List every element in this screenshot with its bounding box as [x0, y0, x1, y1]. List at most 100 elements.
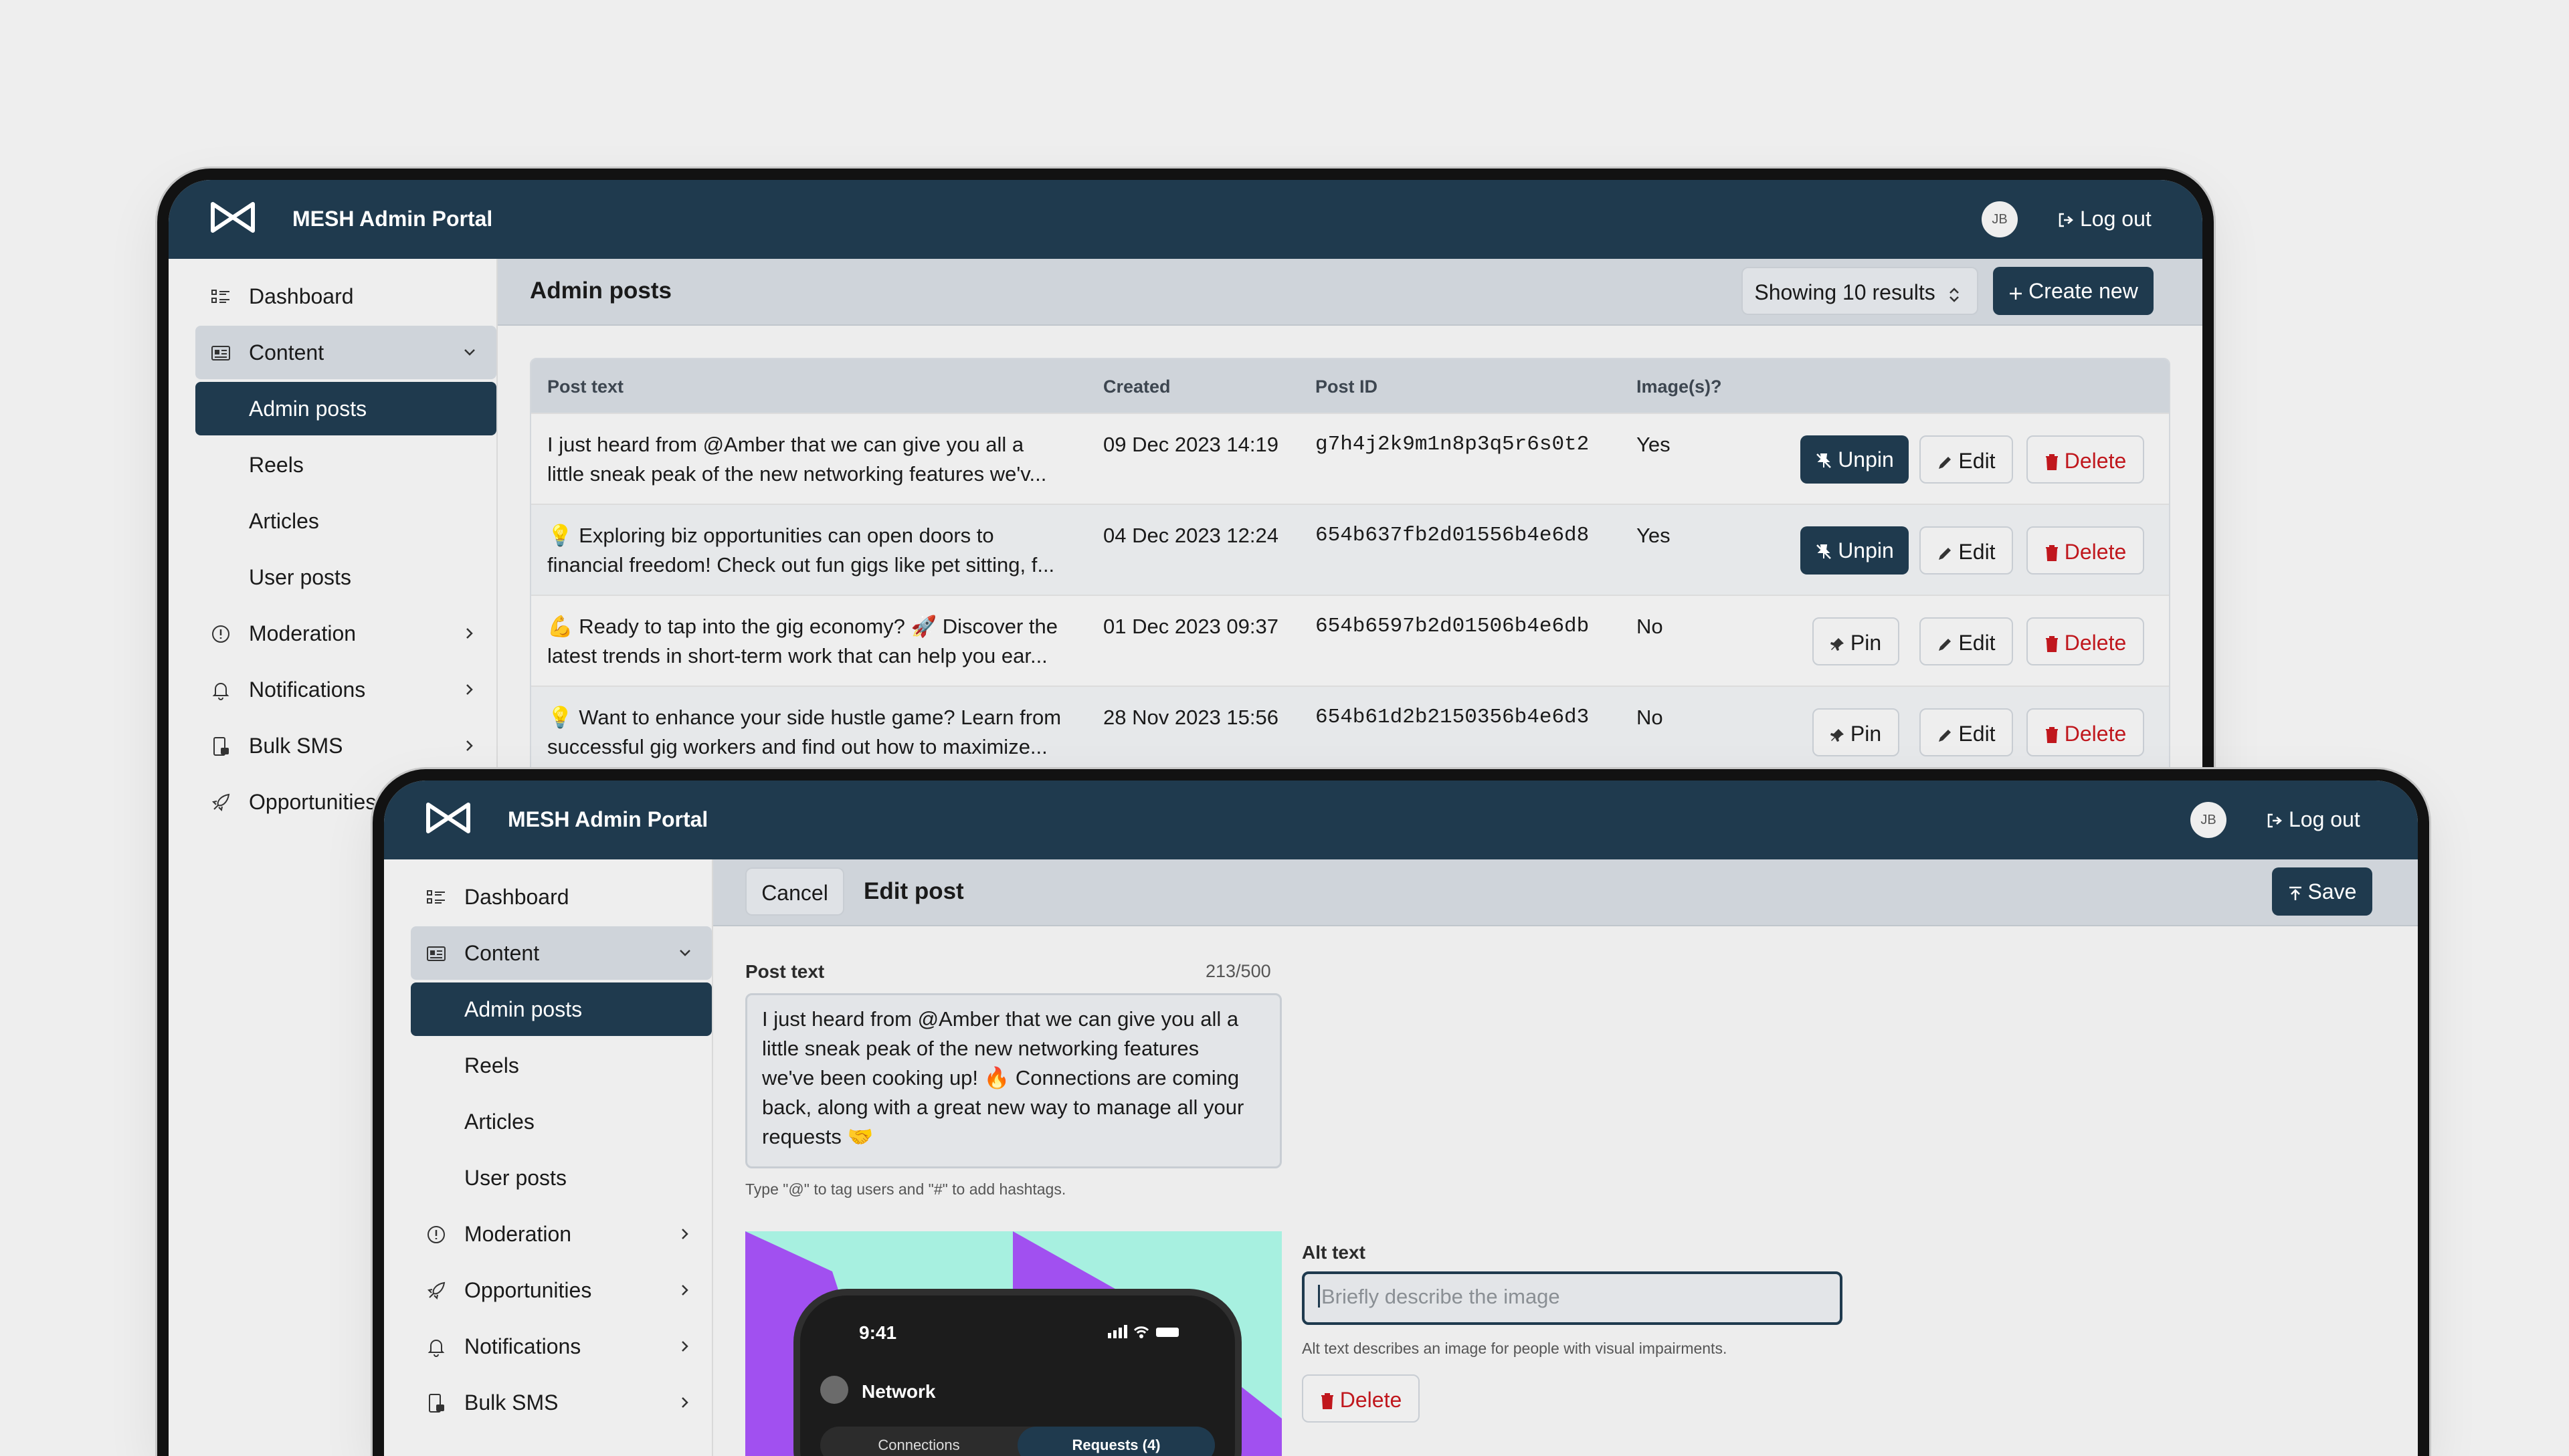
sidebar-item-user-posts[interactable]: User posts — [411, 1151, 712, 1205]
sidebar-item-notifications[interactable]: Notifications — [411, 1320, 712, 1373]
edit-button[interactable]: Edit — [1919, 708, 2013, 756]
phone-tabs: Connections Requests (4) — [820, 1427, 1215, 1456]
results-select[interactable]: Showing 10 results — [1741, 267, 1978, 315]
logout-link[interactable]: Log out — [2266, 807, 2360, 832]
table-row[interactable]: 💡 Want to enhance your side hustle game?… — [531, 686, 2169, 778]
plus-icon — [2010, 288, 2022, 300]
sidebar-item-reels[interactable]: Reels — [195, 438, 496, 492]
sidebar-item-notifications[interactable]: Notifications — [195, 663, 496, 716]
chevron-right-icon — [682, 1397, 688, 1408]
save-button[interactable]: Save — [2272, 867, 2372, 916]
pin-off-icon — [1816, 544, 1832, 559]
sidebar-item-moderation[interactable]: Moderation — [195, 607, 496, 660]
sidebar-item-label: Reels — [464, 1053, 519, 1077]
table-row[interactable]: I just heard from @Amber that we can giv… — [531, 413, 2169, 505]
page-toolbar: Cancel Edit post Save — [713, 859, 2418, 926]
edit-label: Edit — [1958, 722, 1996, 746]
app-title: MESH Admin Portal — [508, 807, 708, 831]
pencil-icon — [1939, 639, 1952, 651]
logout-icon — [2059, 213, 2073, 227]
upload-icon — [2289, 886, 2301, 900]
content-icon — [211, 346, 230, 360]
delete-image-button[interactable]: Delete — [1302, 1374, 1420, 1423]
mesh-logo-icon — [426, 803, 470, 833]
sidebar-item-bulk-sms[interactable]: Bulk SMS — [411, 1376, 712, 1429]
alt-text-label: Alt text — [1302, 1242, 1365, 1263]
logout-link[interactable]: Log out — [2057, 207, 2152, 231]
delete-button[interactable]: Delete — [2026, 708, 2144, 756]
avatar[interactable]: JB — [2190, 802, 2226, 838]
table-row[interactable]: 💡 Exploring biz opportunities can open d… — [531, 504, 2169, 596]
delete-button[interactable]: Delete — [2026, 435, 2144, 484]
sidebar-item-label: Dashboard — [464, 885, 569, 909]
sidebar-item-content[interactable]: Content — [411, 926, 712, 980]
delete-button[interactable]: Delete — [2026, 526, 2144, 575]
post-text-line: latest trends in short-term work that ca… — [547, 644, 1048, 667]
text-cursor — [1318, 1285, 1320, 1308]
images-cell: No — [1636, 706, 1663, 729]
sidebar-item-dashboard[interactable]: Dashboard — [411, 870, 712, 924]
delete-label: Delete — [2064, 540, 2127, 564]
sidebar-item-bulk-sms[interactable]: Bulk SMS — [195, 719, 496, 772]
rocket-icon — [427, 1281, 446, 1300]
pin-button[interactable]: Pin — [1812, 617, 1899, 665]
sidebar-item-content[interactable]: Content — [195, 326, 496, 379]
edit-button[interactable]: Edit — [1919, 526, 2013, 575]
unpin-button[interactable]: Unpin — [1800, 526, 1909, 575]
sidebar-item-opportunities[interactable]: Opportunities — [411, 1263, 712, 1317]
trash-icon — [2045, 545, 2058, 561]
bell-icon — [427, 1340, 445, 1357]
select-arrows-icon — [1949, 288, 1959, 302]
chevron-right-icon — [466, 628, 473, 639]
sidebar-item-articles[interactable]: Articles — [195, 494, 496, 548]
create-new-button[interactable]: Create new — [1993, 267, 2154, 315]
post-id-cell: 654b6597b2d01506b4e6db — [1315, 615, 1590, 638]
edit-button[interactable]: Edit — [1919, 435, 2013, 484]
cancel-label: Cancel — [761, 881, 828, 905]
post-text-line: requests 🤝 — [762, 1125, 874, 1148]
post-text-line: I just heard from @Amber that we can giv… — [547, 433, 1024, 456]
unpin-button[interactable]: Unpin — [1800, 435, 1909, 484]
images-cell: Yes — [1636, 524, 1671, 547]
phone-screen-title: Network — [862, 1381, 936, 1402]
app-header: MESH Admin Portal JB Log out — [169, 180, 2202, 259]
cancel-button[interactable]: Cancel — [745, 867, 844, 916]
post-text-input[interactable]: I just heard from @Amber that we can giv… — [745, 993, 1282, 1168]
post-text-label: Post text — [745, 961, 825, 982]
sidebar-item-admin-posts[interactable]: Admin posts — [411, 982, 712, 1036]
sidebar-item-dashboard[interactable]: Dashboard — [195, 270, 496, 323]
delete-label: Delete — [2064, 449, 2127, 473]
sidebar-item-label: Bulk SMS — [464, 1390, 559, 1415]
sidebar-item-reels[interactable]: Reels — [411, 1039, 712, 1092]
sidebar-item-label: Articles — [464, 1110, 535, 1134]
post-image: 9:41 Network Connections Requests (4) — [745, 1231, 1282, 1456]
edit-label: Edit — [1958, 540, 1996, 564]
sidebar-item-label: User posts — [249, 565, 351, 589]
trash-icon — [2045, 636, 2058, 652]
avatar[interactable]: JB — [1982, 201, 2018, 237]
edit-label: Edit — [1958, 631, 1996, 655]
created-cell: 01 Dec 2023 09:37 — [1103, 615, 1278, 638]
delete-button[interactable]: Delete — [2026, 617, 2144, 665]
edit-button[interactable]: Edit — [1919, 617, 2013, 665]
alt-text-input[interactable]: Briefly describe the image — [1302, 1271, 1842, 1325]
pin-button[interactable]: Pin — [1812, 708, 1899, 756]
sidebar-item-label: Opportunities — [464, 1278, 592, 1302]
sidebar-item-label: Notifications — [249, 678, 366, 702]
app-title: MESH Admin Portal — [292, 207, 493, 231]
post-text-line: little sneak peak of the new networking … — [762, 1037, 1200, 1060]
moderation-icon — [212, 625, 229, 643]
create-new-label: Create new — [2028, 279, 2138, 303]
sidebar-item-user-posts[interactable]: User posts — [195, 550, 496, 604]
page-title: Edit post — [864, 878, 964, 904]
phone-tab-requests: Requests (4) — [1018, 1427, 1215, 1456]
sidebar-item-label: Notifications — [464, 1334, 581, 1358]
sidebar-item-admin-posts[interactable]: Admin posts — [195, 382, 496, 435]
column-header: Post ID — [1315, 377, 1378, 397]
logout-label: Log out — [2289, 807, 2360, 831]
sidebar-item-articles[interactable]: Articles — [411, 1095, 712, 1148]
sidebar-item-moderation[interactable]: Moderation — [411, 1207, 712, 1261]
table-row[interactable]: 💪 Ready to tap into the gig economy? 🚀 D… — [531, 595, 2169, 687]
char-count: 213/500 — [1206, 961, 1271, 981]
post-id-cell: 654b61d2b2150356b4e6d3 — [1315, 706, 1590, 729]
